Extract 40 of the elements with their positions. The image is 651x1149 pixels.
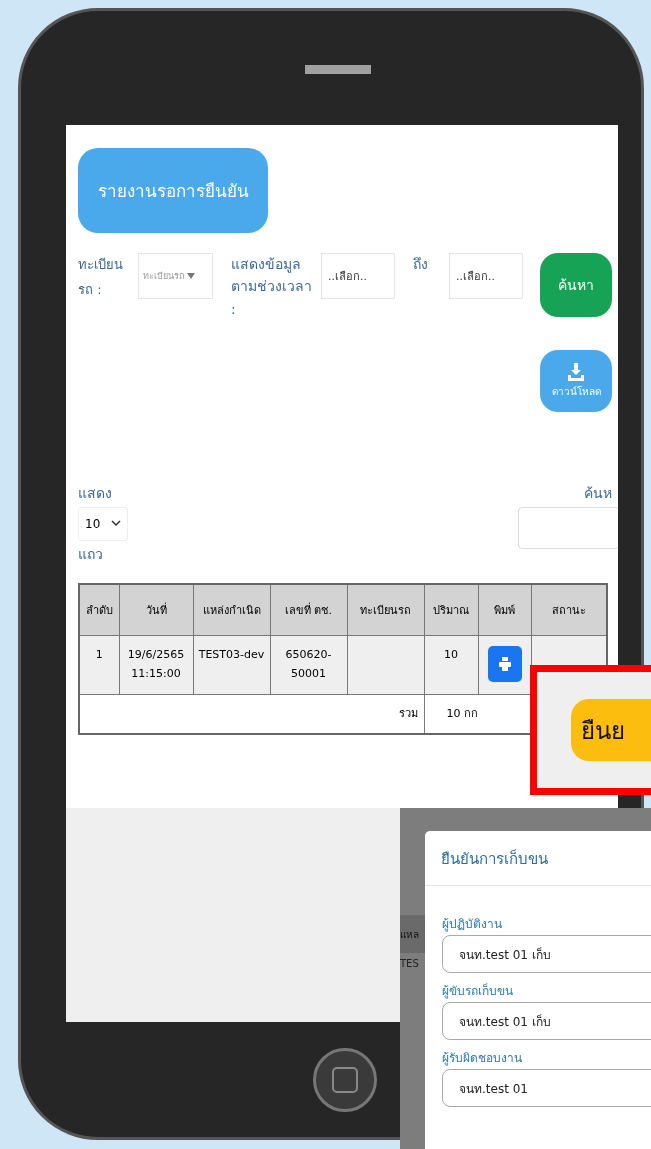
column-header: แหล่งกำเนิด (193, 583, 270, 636)
total-label: รวม (79, 694, 424, 735)
table-cell: TES (400, 958, 419, 969)
column-header: ทะเบียนรถ (347, 583, 424, 636)
column-header: เลขที่ ตช. (270, 583, 347, 636)
search-label: ค้นห (584, 484, 612, 504)
search-field[interactable] (518, 506, 618, 549)
table-cell: TEST03-dev (193, 635, 270, 695)
printer-icon (498, 657, 511, 672)
field-label: ผู้ขับรถเก็บขน (442, 982, 514, 1000)
input-field[interactable]: จนท.test 01 เก็บ (442, 935, 651, 973)
column-header: ปริมาณ (424, 583, 478, 636)
column-header: สถานะ (531, 583, 607, 636)
table-cell: 650620-50001 (270, 635, 347, 695)
confirm-button[interactable]: ยืนย (571, 699, 651, 761)
table-cell: 10 (424, 635, 478, 695)
rows-label: แถว (78, 544, 103, 564)
column-header: ลำดับ (79, 583, 119, 636)
from-date-field[interactable]: ..เลือก.. (321, 253, 395, 299)
download-icon (568, 363, 584, 382)
field-label: ผู้รับผิดชอบงาน (442, 1050, 523, 1067)
period-label: แสดงข้อมูล ตามช่วงเวลา : (231, 255, 313, 319)
speaker-slot (305, 65, 371, 74)
column-header: วันที่ (119, 583, 193, 636)
modal-title: ยืนยันการเก็บขน (425, 831, 651, 886)
column-header: พิมพ์ (478, 583, 531, 636)
column-header: แหล (400, 927, 419, 942)
caret-icon (187, 273, 195, 279)
field-label: ผู้ปฏิบัติงาน (442, 916, 503, 933)
input-field[interactable]: จนท.test 01 (442, 1069, 651, 1107)
to-date-field[interactable]: ..เลือก.. (449, 253, 523, 299)
to-label: ถึง (413, 255, 429, 274)
chevron-icon (111, 520, 121, 528)
input-field[interactable]: จนท.test 01 เก็บ (442, 1002, 651, 1040)
page-length-select[interactable]: 10 (78, 506, 128, 541)
show-label: แสดง (78, 484, 112, 504)
print-button[interactable] (487, 646, 522, 683)
plate-label: ทะเบียน รถ : (78, 256, 124, 299)
table-cell: 1 (79, 635, 119, 695)
table-cell: 19/6/2565 11:15:00 (119, 635, 193, 695)
